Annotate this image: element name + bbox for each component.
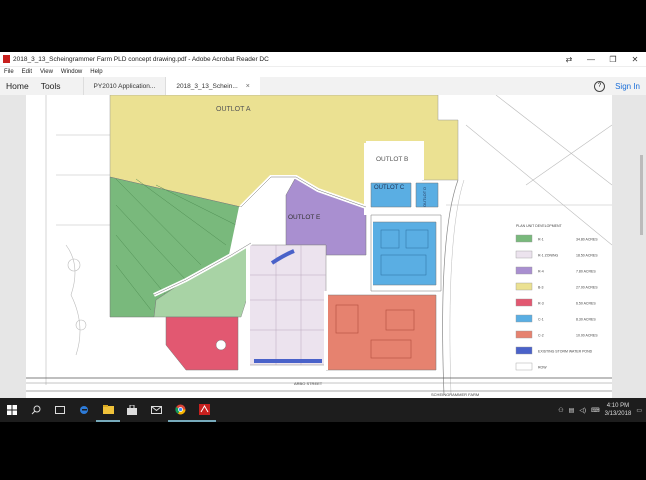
outlot-d-label: OUTLOT D: [422, 187, 427, 207]
menu-bar: File Edit View Window Help: [0, 67, 646, 77]
document-tab[interactable]: PY2010 Application...: [82, 77, 166, 95]
minimize-button[interactable]: —: [580, 55, 602, 64]
site-plan-map: OUTLOT A OUTLOT B OUTLOT C OUTLOT D OUTL…: [26, 95, 612, 397]
document-tab-label: 2018_3_13_Schein...: [176, 82, 238, 90]
legend-swatch: [515, 330, 533, 339]
legend-acres: 34.80 ACRES: [576, 238, 598, 242]
legend-swatch: [515, 362, 533, 371]
clock-date: 3/13/2018: [604, 411, 632, 417]
notification-icon[interactable]: ▭: [636, 407, 642, 414]
legend-swatch: [515, 346, 533, 355]
legend-label: B-3: [538, 286, 544, 290]
legend-label: R-1: [538, 238, 544, 242]
store-icon[interactable]: [120, 398, 144, 422]
help-icon[interactable]: ?: [594, 80, 606, 92]
legend-acres: 27.00 ACRES: [576, 286, 598, 290]
title-bar: 2018_3_13_Scheingrammer Farm PLD concept…: [0, 52, 646, 67]
vertical-scrollbar[interactable]: [640, 155, 643, 235]
document-viewer[interactable]: OUTLOT A OUTLOT B OUTLOT C OUTLOT D OUTL…: [0, 95, 646, 398]
legend-acres: 18.50 ACRES: [576, 254, 598, 258]
legend-acres: 10.00 ACRES: [576, 334, 598, 338]
restore-tab-icon[interactable]: ⇄: [558, 55, 580, 64]
edge-icon[interactable]: [72, 398, 96, 422]
menu-view[interactable]: View: [40, 69, 53, 75]
clock-time: 4:10 PM: [606, 403, 630, 409]
menu-help[interactable]: Help: [90, 69, 102, 75]
chrome-icon[interactable]: [168, 398, 192, 422]
tools-tab[interactable]: Tools: [35, 81, 67, 91]
street-label: ARBO STREET: [294, 381, 323, 386]
legend-label: ROW: [538, 366, 547, 370]
people-icon[interactable]: ⚇: [558, 407, 563, 414]
close-tab-icon[interactable]: ×: [246, 83, 250, 90]
legend-swatch: [515, 250, 533, 259]
legend-label: EXISTING STORM WATER POND: [538, 350, 593, 354]
sign-in-link[interactable]: Sign In: [615, 82, 640, 91]
legend-label: R-4: [538, 270, 544, 274]
home-tab[interactable]: Home: [0, 81, 35, 91]
legend-swatch: [515, 266, 533, 275]
legend-swatch: [515, 282, 533, 291]
legend-label: C-1: [538, 318, 544, 322]
keyboard-icon[interactable]: ⌨: [591, 407, 600, 414]
clock[interactable]: 4:10 PM 3/13/2018: [605, 402, 632, 418]
system-tray: ⚇ ▤ ◁) ⌨ 4:10 PM 3/13/2018 ▭: [558, 398, 642, 422]
legend-acres: 7.80 ACRES: [576, 270, 596, 274]
tab-bar: Home Tools PY2010 Application... 2018_3_…: [0, 77, 646, 96]
legend-label: C-2: [538, 334, 544, 338]
search-icon[interactable]: [24, 398, 48, 422]
mail-icon[interactable]: [144, 398, 168, 422]
maximize-button[interactable]: ❐: [602, 55, 624, 64]
acrobat-window: 2018_3_13_Scheingrammer Farm PLD concept…: [0, 52, 646, 398]
menu-window[interactable]: Window: [61, 69, 82, 75]
legend-swatch: [515, 314, 533, 323]
pdf-page: OUTLOT A OUTLOT B OUTLOT C OUTLOT D OUTL…: [26, 95, 612, 398]
legend-acres: 6.50 ACRES: [576, 302, 596, 306]
outlot-c-label: OUTLOT C: [374, 185, 405, 191]
document-tab-label: PY2010 Application...: [93, 82, 156, 90]
outlot-e-label: OUTLOT E: [288, 214, 321, 221]
window-title: 2018_3_13_Scheingrammer Farm PLD concept…: [13, 55, 269, 63]
legend-acres: 8.30 ACRES: [576, 318, 596, 322]
legend-title: PLAN UNIT DEVELOPMENT: [516, 224, 563, 228]
menu-file[interactable]: File: [4, 69, 14, 75]
task-view-icon[interactable]: [48, 398, 72, 422]
windows-icon[interactable]: [0, 398, 24, 422]
acrobat-icon[interactable]: [192, 398, 216, 422]
plan-legend: PLAN UNIT DEVELOPMENT R-1 34.80 ACRES R-1 …: [515, 224, 598, 371]
legend-swatch: [515, 298, 533, 307]
network-icon[interactable]: ▤: [569, 407, 575, 414]
title-block-label: SCHEINGRAMMER FARM: [431, 392, 479, 397]
file-explorer-icon[interactable]: [96, 398, 120, 422]
volume-icon[interactable]: ◁): [579, 407, 586, 414]
legend-swatch: [515, 234, 533, 243]
outlot-b-label: OUTLOT B: [376, 156, 408, 163]
legend-label: R-3: [538, 302, 544, 306]
outlot-a-label: OUTLOT A: [216, 106, 251, 113]
close-window-button[interactable]: ✕: [624, 55, 646, 64]
legend-label: R-1 ZONING: [538, 254, 559, 258]
acrobat-app-icon: [3, 55, 10, 63]
document-tab-active[interactable]: 2018_3_13_Schein... ×: [165, 77, 260, 95]
windows-taskbar: ⚇ ▤ ◁) ⌨ 4:10 PM 3/13/2018 ▭: [0, 398, 646, 422]
menu-edit[interactable]: Edit: [22, 69, 32, 75]
